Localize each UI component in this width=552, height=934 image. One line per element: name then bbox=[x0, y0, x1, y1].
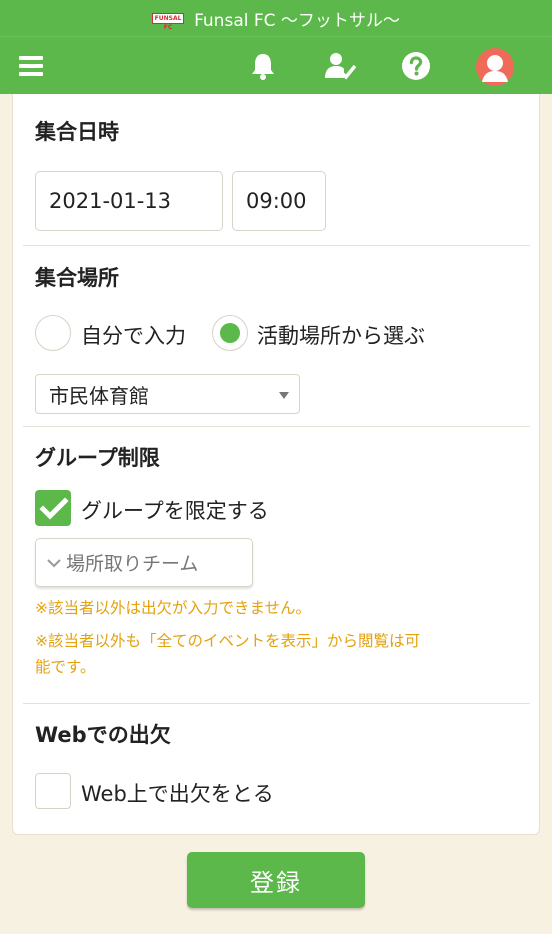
divider bbox=[23, 245, 530, 246]
meeting-place-title: 集合場所 bbox=[35, 266, 119, 290]
avatar-icon[interactable] bbox=[476, 48, 514, 86]
limit-group-checkbox[interactable] bbox=[35, 490, 71, 526]
meeting-datetime-title: 集合日時 bbox=[35, 120, 119, 144]
user-check-icon[interactable] bbox=[323, 49, 357, 83]
bell-icon[interactable] bbox=[246, 49, 280, 83]
radio-choose-activity-place-label[interactable]: 活動場所から選ぶ bbox=[257, 320, 425, 350]
chevron-down-icon bbox=[47, 558, 61, 567]
app-title: Funsal FC 〜フットサル〜 bbox=[194, 10, 400, 31]
web-attendance-checkbox[interactable] bbox=[35, 773, 71, 809]
app-title-bar: FUNSAL FC Funsal FC 〜フットサル〜 bbox=[0, 0, 552, 36]
group-multiselect-value: 場所取りチーム bbox=[66, 553, 199, 575]
group-multiselect[interactable]: 場所取りチーム bbox=[35, 538, 253, 587]
place-select[interactable]: 市民体育館 bbox=[35, 374, 300, 414]
radio-manual-input[interactable] bbox=[35, 315, 71, 351]
place-select-value: 市民体育館 bbox=[49, 383, 149, 408]
web-attendance-checkbox-label[interactable]: Web上で出欠をとる bbox=[81, 778, 274, 808]
hamburger-icon[interactable] bbox=[14, 49, 48, 83]
toolbar bbox=[0, 36, 552, 94]
group-note-1: ※該当者以外は出欠が入力できません。 bbox=[35, 599, 312, 617]
group-note-3: 能です。 bbox=[35, 658, 96, 676]
radio-choose-activity-place[interactable] bbox=[212, 315, 248, 351]
group-note-2: ※該当者以外も「全てのイベントを表示」から閲覧は可 bbox=[35, 632, 420, 650]
check-icon bbox=[39, 497, 69, 520]
meeting-date-input[interactable]: 2021-01-13 bbox=[35, 171, 223, 231]
divider bbox=[23, 426, 530, 427]
group-limit-title: グループ制限 bbox=[35, 446, 160, 470]
caret-down-icon bbox=[279, 392, 289, 399]
app-logo: FUNSAL FC bbox=[152, 12, 185, 31]
divider bbox=[23, 703, 530, 704]
limit-group-checkbox-label[interactable]: グループを限定する bbox=[81, 495, 269, 525]
event-form-card: 集合日時 2021-01-13 09:00 集合場所 自分で入力 活動場所から選… bbox=[12, 94, 540, 835]
web-attendance-title: Webでの出欠 bbox=[35, 723, 171, 747]
question-icon[interactable] bbox=[399, 49, 433, 83]
register-button[interactable]: 登録 bbox=[187, 852, 365, 908]
radio-manual-input-label[interactable]: 自分で入力 bbox=[81, 320, 186, 350]
meeting-time-input[interactable]: 09:00 bbox=[232, 171, 326, 231]
